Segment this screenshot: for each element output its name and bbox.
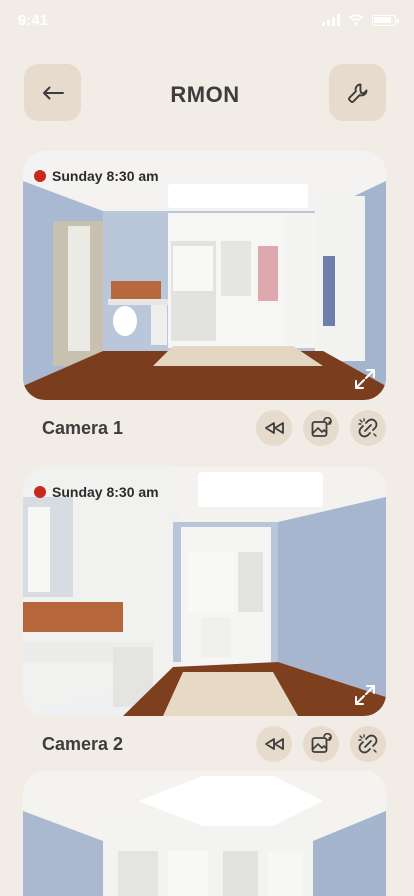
recording-indicator: Sunday 8:30 am — [34, 168, 159, 184]
image-refresh-icon — [311, 733, 332, 753]
camera-card-3 — [23, 771, 386, 896]
camera-footer: Camera 1 — [23, 406, 386, 452]
battery-icon — [372, 15, 399, 26]
camera-timestamp: Sunday 8:30 am — [52, 484, 159, 500]
status-bar: 9:41 — [0, 0, 414, 44]
camera-feed-image — [23, 771, 386, 896]
rewind-button[interactable] — [256, 410, 292, 446]
expand-icon[interactable] — [354, 368, 376, 390]
status-icons — [322, 14, 399, 26]
header: RMON — [24, 64, 386, 121]
rewind-icon — [265, 738, 284, 750]
image-refresh-icon — [311, 417, 332, 437]
snapshot-button[interactable] — [303, 410, 339, 446]
camera-footer: Camera 2 — [23, 722, 386, 768]
rewind-icon — [265, 422, 284, 434]
disconnect-button[interactable] — [350, 726, 386, 762]
wifi-icon — [348, 14, 364, 26]
camera-card-1: Sunday 8:30 am Camera 1 — [23, 151, 386, 452]
camera-name: Camera 1 — [42, 418, 124, 438]
record-dot — [34, 486, 46, 498]
camera-timestamp: Sunday 8:30 am — [52, 168, 159, 184]
camera-card-2: Sunday 8:30 am Camera 2 — [23, 467, 386, 768]
status-time: 9:41 — [18, 12, 49, 29]
settings-button[interactable] — [329, 64, 386, 121]
record-dot — [34, 170, 46, 182]
cellular-signal-icon — [322, 14, 340, 26]
wrench-icon — [347, 83, 367, 103]
camera-feed[interactable]: Sunday 8:30 am — [23, 151, 386, 400]
camera-feed-image — [23, 151, 386, 400]
unlink-icon — [358, 734, 378, 754]
camera-actions — [256, 726, 386, 762]
camera-name: Camera 2 — [42, 734, 124, 754]
camera-feed[interactable] — [23, 771, 386, 896]
camera-actions — [256, 410, 386, 446]
expand-icon[interactable] — [354, 684, 376, 706]
snapshot-button[interactable] — [303, 726, 339, 762]
rewind-button[interactable] — [256, 726, 292, 762]
unlink-icon — [358, 418, 378, 438]
recording-indicator: Sunday 8:30 am — [34, 484, 159, 500]
camera-feed-image — [23, 467, 386, 716]
disconnect-button[interactable] — [350, 410, 386, 446]
camera-feed[interactable]: Sunday 8:30 am — [23, 467, 386, 716]
